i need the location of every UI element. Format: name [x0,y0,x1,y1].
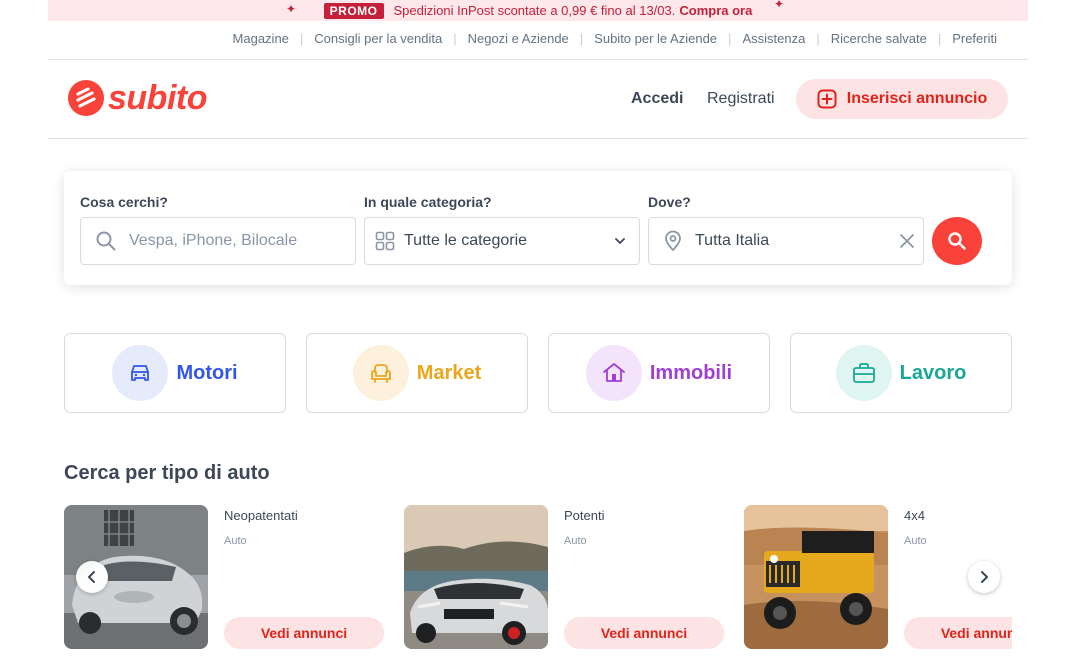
house-icon [585,345,642,401]
insert-listing-button[interactable]: Inserisci annuncio [796,79,1008,119]
chevron-right-icon [981,571,988,583]
carousel-next-button[interactable] [968,561,1000,593]
category-label: Lavoro [899,361,967,384]
category-lavoro[interactable]: Lavoro [790,333,1012,413]
category-value: Tutte le categorie [404,232,528,249]
category-label: In quale categoria? [364,194,492,210]
search-icon [96,231,116,251]
search-input[interactable]: Vespa, iPhone, Bilocale [80,217,356,265]
category-market[interactable]: Market [306,333,528,413]
toplink-magazine[interactable]: Magazine [222,31,300,46]
subito-logo[interactable]: subito [68,80,207,116]
card-subtitle: Auto [904,535,927,547]
what-label: Cosa cerchi? [80,194,168,210]
divider [48,138,1028,139]
sparkle-icon: ✦ [286,2,297,16]
toplink-aziende[interactable]: Subito per le Aziende [583,31,728,46]
login-link[interactable]: Accedi [631,90,683,108]
location-pin-icon [665,230,681,252]
car-image-4x4[interactable] [744,505,888,649]
carousel-prev-button[interactable] [76,561,108,593]
chevron-down-icon [615,238,625,244]
card-subtitle: Auto [224,535,247,547]
category-immobili[interactable]: Immobili [548,333,770,413]
promo-banner[interactable]: ✦ PROMO Spedizioni InPost scontate a 0,9… [48,0,1028,21]
search-button[interactable] [932,217,982,265]
grid-icon [375,231,395,251]
promo-text: Spedizioni InPost scontate a 0,99 € fino… [393,3,676,18]
category-label: Immobili [649,361,733,384]
plus-square-icon [817,89,837,109]
category-label: Market [416,361,482,384]
toplink-consigli[interactable]: Consigli per la vendita [303,31,453,46]
card-title: 4x4 [904,508,925,523]
location-input[interactable]: Tutta Italia [648,217,924,265]
see-listings-button[interactable]: Vedi annunci [564,617,724,649]
see-listings-button[interactable]: Vedi annunci [904,617,1012,649]
toplink-ricerche-salvate[interactable]: Ricerche salvate [820,31,938,46]
section-title: Cerca per tipo di auto [64,462,270,484]
card-subtitle: Auto [564,535,587,547]
logo-text: subito [108,79,207,117]
location-value: Tutta Italia [695,232,770,249]
card-title: Neopatentati [224,508,298,523]
search-placeholder: Vespa, iPhone, Bilocale [129,232,298,249]
car-image-potenti[interactable] [404,505,548,649]
chevron-left-icon [88,571,95,583]
toplink-preferiti[interactable]: Preferiti [941,31,1008,46]
see-listings-button[interactable]: Vedi annunci [224,617,384,649]
category-motori[interactable]: Motori [64,333,286,413]
sparkle-icon: ✦ [774,0,785,11]
logo-mark-icon [68,80,104,116]
armchair-icon [352,345,409,401]
where-label: Dove? [648,194,691,210]
card-button-clip: Vedi annunci [904,617,1012,649]
card-title: Potenti [564,508,605,523]
insert-listing-label: Inserisci annuncio [846,90,988,107]
car-icon [112,345,169,401]
toplink-assistenza[interactable]: Assistenza [731,31,816,46]
category-select[interactable]: Tutte le categorie [364,217,640,265]
search-panel: Cosa cerchi? Vespa, iPhone, Bilocale In … [64,171,1012,285]
toplink-negozi[interactable]: Negozi e Aziende [457,31,580,46]
briefcase-icon [835,345,892,401]
category-label: Motori [176,361,238,384]
register-link[interactable]: Registrati [707,90,775,108]
top-links-nav: Magazine | Consigli per la vendita | Negoz… [222,31,1008,46]
search-icon [948,232,966,250]
clear-icon[interactable] [899,233,915,249]
promo-cta-link[interactable]: Compra ora [679,3,752,18]
divider [48,59,1028,60]
promo-badge: PROMO [323,2,384,19]
